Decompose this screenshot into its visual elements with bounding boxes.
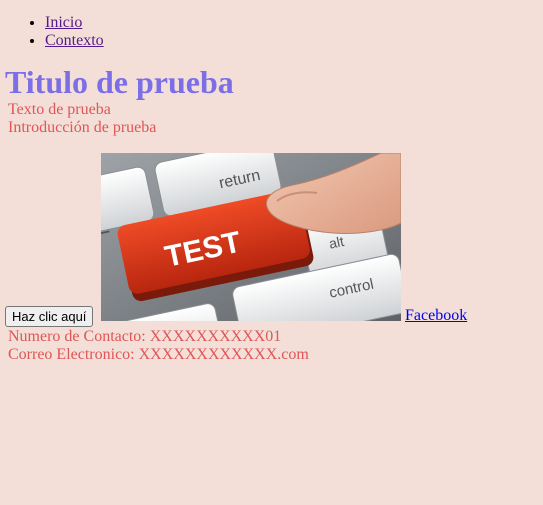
nav-link-contexto[interactable]: Contexto — [45, 32, 104, 49]
keyboard-illustration: return L alt control TEST — [101, 153, 401, 321]
test-key-image: return L alt control TEST — [101, 153, 401, 321]
facebook-link[interactable]: Facebook — [405, 307, 467, 325]
nav-list: Inicio Contexto — [8, 14, 535, 50]
page-title: Titulo de prueba — [5, 64, 234, 100]
media-row: Haz clic aquí return L alt control TEST … — [5, 153, 535, 328]
intro-text: Introducción de prueba — [8, 119, 157, 136]
nav-link-inicio[interactable]: Inicio — [45, 14, 82, 31]
email-address: Correo Electronico: XXXXXXXXXXXX.com — [8, 346, 309, 363]
nav-item-inicio: Inicio — [45, 14, 535, 32]
page: Inicio Contexto Titulo de prueba Texto d… — [0, 14, 543, 364]
click-here-button[interactable]: Haz clic aquí — [5, 306, 94, 327]
sample-text: Texto de prueba — [8, 101, 111, 118]
nav-item-contexto: Contexto — [45, 32, 535, 50]
contact-number: Numero de Contacto: XXXXXXXXXX01 — [8, 328, 282, 345]
